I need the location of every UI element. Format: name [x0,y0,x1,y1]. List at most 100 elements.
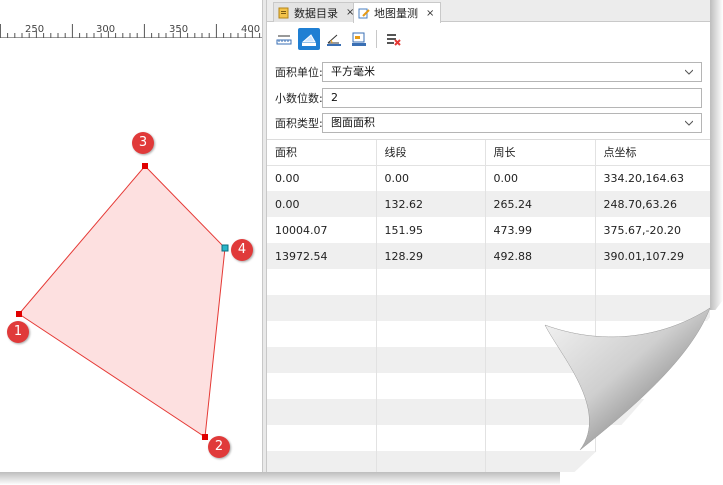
table-cell: 13972.54 [267,243,377,269]
tab-label: 地图量测 [374,7,418,20]
table-cell [267,321,377,347]
table-cell [485,425,596,451]
table-row[interactable] [267,373,710,399]
table-row[interactable] [267,347,710,373]
area-type-label: 面积类型: [275,117,323,130]
table-cell [485,451,596,472]
table-row[interactable] [267,399,710,425]
table-cell: 151.95 [376,217,486,243]
vertex-marker-3: 3 [132,132,154,154]
vertex-marker-1: 1 [7,321,29,343]
table-row[interactable] [267,269,710,295]
table-cell [595,373,710,399]
column-header-perimeter: 周长 [485,140,596,166]
table-cell [595,295,710,321]
column-header-area: 面积 [267,140,377,166]
ruler-label-350: 350 [169,24,189,35]
area-unit-select[interactable]: 平方毫米 [322,62,702,82]
toolbar-separator [376,30,377,48]
column-header-segment: 线段 [376,140,486,166]
measure-coordinate-button[interactable] [348,28,370,50]
table-cell [376,321,486,347]
page-shadow-bottom [0,472,560,485]
table-cell [376,347,486,373]
table-cell: 248.70,63.26 [595,191,710,217]
area-type-value: 图面面积 [331,116,375,129]
table-row[interactable]: 0.00 0.00 0.00 334.20,164.63 [267,165,710,191]
ruler-label-400: 400 [241,24,261,35]
table-cell: 473.99 [485,217,596,243]
measure-icon [358,7,370,19]
vertex-marker-2: 2 [208,436,230,458]
table-cell: 0.00 [267,165,377,191]
table-cell: 0.00 [267,191,377,217]
table-cell [376,269,486,295]
vertex-marker-4: 4 [231,239,253,261]
table-cell [595,269,710,295]
clear-results-button[interactable] [383,28,405,50]
area-unit-label: 面积单位: [275,66,323,79]
area-unit-value: 平方毫米 [331,65,375,78]
table-cell [267,269,377,295]
measure-distance-button[interactable] [273,28,295,50]
clear-results-icon [387,34,401,46]
table-row[interactable]: 0.00 132.62 265.24 248.70,63.26 [267,191,710,217]
table-cell [485,373,596,399]
table-cell [267,373,377,399]
table-row[interactable] [267,451,710,472]
chevron-down-icon [685,120,693,126]
table-row[interactable] [267,295,710,321]
vertex-handle-3[interactable] [142,163,148,169]
table-cell: 492.88 [485,243,596,269]
decimals-label: 小数位数: [275,92,323,105]
app-window: 250 300 350 400 1 2 3 4 数据目录 × 地图量测 × 面积… [0,0,723,485]
area-unit-row: 面积单位: 平方毫米 [267,61,710,83]
table-cell: 128.29 [376,243,486,269]
table-cell [595,399,710,425]
catalog-icon [278,7,290,19]
area-type-row: 面积类型: 图面面积 [267,112,710,134]
horizontal-ruler: 250 300 350 400 [0,22,262,38]
table-cell: 334.20,164.63 [595,165,710,191]
table-row[interactable]: 13972.54 128.29 492.88 390.01,107.29 [267,243,710,269]
vertex-handle-2[interactable] [202,434,208,440]
table-cell [267,451,377,472]
table-row[interactable] [267,425,710,451]
measure-results-table: 面积 线段 周长 点坐标 0.00 0.00 0.00 334.20,164.63 0.… [267,139,710,472]
area-type-select[interactable]: 图面面积 [322,113,702,133]
tab-map-measure[interactable]: 地图量测 × [353,2,442,23]
measure-angle-button[interactable] [323,28,345,50]
vertex-handle-4[interactable] [221,244,229,252]
table-cell [485,269,596,295]
measured-area-polygon [18,165,226,438]
table-header-row: 面积 线段 周长 点坐标 [267,140,710,166]
table-row[interactable] [267,321,710,347]
map-canvas[interactable]: 250 300 350 400 1 2 3 4 [0,0,262,472]
table-cell: 0.00 [376,165,486,191]
measure-area-icon [301,34,316,46]
table-cell [376,451,486,472]
table-cell [376,399,486,425]
measure-distance-icon [276,35,292,45]
tab-data-catalog[interactable]: 数据目录 × [273,2,362,22]
table-cell: 265.24 [485,191,596,217]
vertex-handle-1[interactable] [16,311,22,317]
table-cell [595,425,710,451]
table-row[interactable]: 10004.07 151.95 473.99 375.67,-20.20 [267,217,710,243]
measure-area-button[interactable] [298,28,320,50]
column-header-point-coords: 点坐标 [595,140,710,166]
decimals-input[interactable]: 2 [322,88,702,108]
table-cell: 390.01,107.29 [595,243,710,269]
page-shadow-right [710,0,723,310]
table-cell [595,321,710,347]
decimals-row: 小数位数: 2 [267,87,710,109]
chevron-down-icon [685,69,693,75]
table-cell [485,347,596,373]
table-cell [376,373,486,399]
close-icon[interactable]: × [426,8,434,19]
measure-angle-icon [327,34,341,46]
table-cell [267,347,377,373]
table-cell [267,399,377,425]
table-cell [595,451,710,472]
tab-label: 数据目录 [294,6,338,20]
